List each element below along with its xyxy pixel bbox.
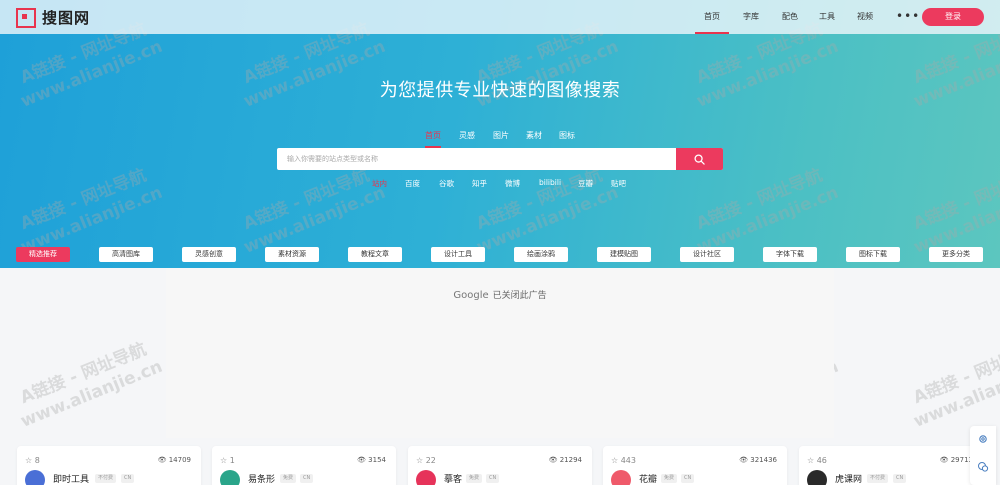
nav-item-video[interactable]: 视频 (848, 0, 882, 34)
engine-bilibili[interactable]: bilibili (539, 178, 561, 187)
card-title: 摹客 (444, 475, 463, 485)
side-toolbar (970, 426, 996, 485)
ad-closed-text: 已关闭此广告 (492, 291, 547, 301)
category-painting[interactable]: 绘画涂鸦 (514, 247, 568, 262)
settings-icon[interactable] (977, 433, 989, 445)
site-card[interactable]: ☆ 1 👁 3154 易条形 免费 CN (212, 446, 396, 485)
card-avatar (220, 470, 240, 485)
search-icon (694, 153, 705, 165)
engine-douban[interactable]: 豆瓣 (578, 178, 593, 189)
login-button[interactable]: 登录 (922, 8, 984, 26)
category-hd-gallery[interactable]: 高清图库 (99, 247, 153, 262)
card-tag: CN (681, 474, 695, 483)
card-tag: CN (486, 474, 500, 483)
watermark: A链接 - 网址导航www.alianjie.cn (17, 339, 166, 432)
search-tab-images[interactable]: 图片 (493, 130, 509, 141)
category-more[interactable]: 更多分类 (929, 247, 983, 262)
category-community[interactable]: 设计社区 (680, 247, 734, 262)
site-name: 搜图网 (42, 9, 91, 27)
engine-google[interactable]: 谷歌 (439, 178, 454, 189)
search-tab-icons[interactable]: 图标 (559, 130, 575, 141)
card-views: 👁 14709 (157, 456, 191, 464)
card-title: 即时工具 (53, 475, 90, 485)
category-fonts[interactable]: 字体下载 (763, 247, 817, 262)
search-box (277, 148, 723, 170)
card-avatar (416, 470, 436, 485)
card-avatar (611, 470, 631, 485)
card-title: 虎课网 (835, 475, 863, 485)
site-logo[interactable]: 搜图网 (16, 7, 90, 28)
nav-item-colors[interactable]: 配色 (773, 0, 807, 34)
card-stars[interactable]: ☆ 443 (611, 456, 636, 465)
nav-item-home[interactable]: 首页 (695, 0, 729, 34)
category-featured[interactable]: 精选推荐 (16, 247, 70, 262)
card-stars[interactable]: ☆ 46 (807, 456, 827, 465)
card-views: 👁 21294 (548, 456, 582, 464)
site-card[interactable]: ☆ 46 👁 29713 虎课网 不付费 CN (799, 446, 983, 485)
category-icons[interactable]: 图标下载 (846, 247, 900, 262)
logo-icon (16, 7, 36, 28)
watermark: A链接 - 网址导航www.alianjie.cn (910, 339, 1000, 432)
engine-baidu[interactable]: 百度 (405, 178, 420, 189)
card-avatar (807, 470, 827, 485)
card-avatar (25, 470, 45, 485)
search-tab-inspiration[interactable]: 灵感 (459, 130, 475, 141)
card-tag: 免费 (280, 474, 297, 483)
site-card[interactable]: ☆ 8 👁 14709 即时工具 不付费 CN (17, 446, 201, 485)
nav-item-tools[interactable]: 工具 (810, 0, 844, 34)
ad-closed-message: Google 已关闭此广告 (166, 288, 834, 301)
engine-site[interactable]: 站内 (372, 178, 387, 189)
engine-zhihu[interactable]: 知乎 (472, 178, 487, 189)
engine-tieba[interactable]: 贴吧 (611, 178, 626, 189)
more-menu-icon[interactable]: ••• (896, 9, 920, 23)
category-modeling[interactable]: 建模贴图 (597, 247, 651, 262)
card-tag: CN (300, 474, 314, 483)
category-tutorials[interactable]: 教程文章 (348, 247, 402, 262)
site-card[interactable]: ☆ 22 👁 21294 摹客 免费 CN (408, 446, 592, 485)
search-input[interactable] (277, 148, 677, 170)
nav-item-fonts[interactable]: 字库 (734, 0, 768, 34)
card-tag: 不付费 (867, 474, 889, 483)
card-views: 👁 321436 (739, 456, 777, 464)
card-stars[interactable]: ☆ 22 (416, 456, 436, 465)
card-tag: 不付费 (95, 474, 117, 483)
card-tag: 免费 (466, 474, 483, 483)
ad-placeholder: Google 已关闭此广告 (166, 268, 834, 438)
category-resources[interactable]: 素材资源 (265, 247, 319, 262)
card-title: 易条形 (248, 475, 276, 485)
category-design-tools[interactable]: 设计工具 (431, 247, 485, 262)
card-views: 👁 3154 (357, 456, 386, 464)
card-stars[interactable]: ☆ 1 (220, 456, 235, 465)
chat-icon[interactable] (977, 461, 989, 473)
ad-google-label: Google (453, 290, 489, 301)
hero-headline: 为您提供专业快速的图像搜索 (379, 80, 621, 101)
card-tag: CN (121, 474, 135, 483)
category-creative[interactable]: 灵感创意 (182, 247, 236, 262)
card-tag: CN (893, 474, 907, 483)
card-views: 👁 29713 (939, 456, 973, 464)
engine-weibo[interactable]: 微博 (505, 178, 520, 189)
card-tag: 免费 (661, 474, 678, 483)
search-tab-home[interactable]: 首页 (425, 130, 441, 141)
card-stars[interactable]: ☆ 8 (25, 456, 40, 465)
card-title: 花瓣 (639, 475, 658, 485)
search-tab-materials[interactable]: 素材 (526, 130, 542, 141)
search-button[interactable] (676, 148, 723, 170)
site-card[interactable]: ☆ 443 👁 321436 花瓣 免费 CN (603, 446, 787, 485)
